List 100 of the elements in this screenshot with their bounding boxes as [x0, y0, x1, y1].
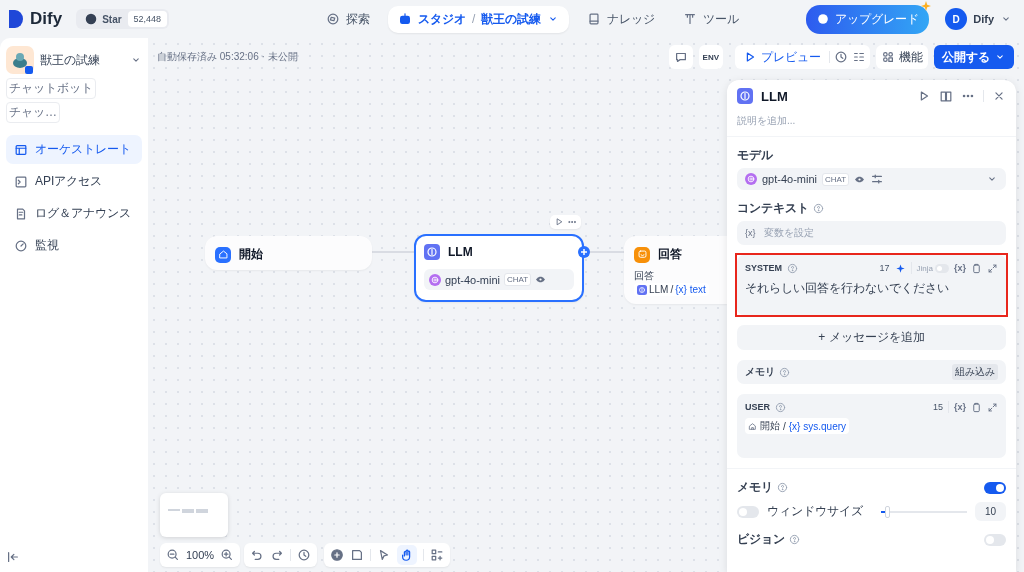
features-button[interactable]: 機能 — [876, 45, 928, 69]
workflow-node[interactable]: 回答 回答 LLM / {x} text — [624, 236, 727, 304]
book-icon — [587, 12, 602, 26]
workflow-node[interactable]: 開始 — [205, 236, 372, 270]
model-icon — [429, 273, 441, 286]
sidebar-item[interactable]: ログ＆アナウンス — [6, 199, 142, 228]
number-field[interactable]: 10 — [974, 502, 1006, 521]
prompt-role: SYSTEM — [745, 263, 782, 273]
robot-icon — [398, 12, 412, 26]
expand-icon[interactable] — [987, 401, 998, 413]
nav-tab[interactable]: ツール — [673, 5, 750, 33]
history-icon[interactable] — [834, 50, 848, 64]
play-icon[interactable] — [554, 217, 564, 227]
env-button[interactable]: ENV — [698, 45, 723, 69]
app-tag: チャッ… — [6, 102, 60, 123]
sliders-icon — [870, 172, 885, 186]
autosave-status: 自動保存済み 05:32:06 · 未公開 — [157, 50, 299, 64]
setting-label: ビジョン — [737, 531, 785, 548]
chat-variable-icon — [673, 50, 688, 64]
slider-track[interactable] — [880, 505, 967, 518]
memory-toggle[interactable] — [984, 481, 1006, 494]
setting-label: ウィンドウサイズ — [767, 503, 863, 520]
variable-chip[interactable]: LLM / {x} text — [634, 283, 709, 296]
help-icon — [775, 401, 786, 413]
sidebar-item[interactable]: APIアクセス — [6, 167, 142, 196]
upgrade-button[interactable]: アップグレード — [806, 4, 930, 34]
setting-label: メモリ — [737, 479, 773, 496]
panel-title: LLM — [761, 88, 789, 104]
node-title: LLM — [448, 245, 473, 259]
publish-button[interactable]: 公開する — [934, 45, 1014, 69]
github-star-button[interactable]: Star 52,448 — [76, 9, 170, 29]
slider-thumb[interactable] — [885, 505, 891, 518]
terminal-icon — [14, 174, 28, 189]
expand-icon[interactable] — [987, 262, 998, 274]
logo-icon — [8, 9, 24, 29]
help-icon — [787, 262, 798, 274]
zoom-in-icon[interactable] — [220, 548, 235, 562]
compass-icon — [326, 12, 340, 26]
nav-tab[interactable]: ナレッジ — [577, 5, 666, 33]
prompt-text[interactable]: それらしい回答を行わないでください — [745, 280, 998, 297]
user-avatar[interactable]: D — [945, 8, 968, 30]
sidebar-item[interactable]: 監視 — [6, 231, 142, 260]
clipboard-icon[interactable] — [971, 401, 982, 413]
model-icon — [745, 173, 757, 185]
variable-chip[interactable]: 開始 / {x} sys.query — [745, 418, 850, 434]
nav-tab[interactable]: 探索 — [316, 5, 380, 33]
jinja-toggle[interactable] — [935, 263, 949, 273]
prompt-editor[interactable]: SYSTEM 17 Jinja {x} それらしい回答を行わないでください — [737, 255, 1006, 315]
note-icon[interactable] — [350, 548, 364, 562]
memory-role-value: 組み込み — [952, 364, 998, 380]
variables-button[interactable] — [668, 45, 693, 69]
zoom-level[interactable]: 100% — [186, 549, 215, 561]
redo-icon[interactable] — [270, 548, 284, 562]
user-name[interactable]: Dify — [973, 13, 994, 25]
field-label: 回答 — [634, 269, 655, 283]
close-icon[interactable] — [992, 89, 1006, 103]
help-icon — [813, 203, 824, 214]
node-title: 開始 — [239, 246, 263, 263]
vision-toggle[interactable] — [984, 533, 1006, 546]
help-icon — [789, 534, 800, 545]
home-icon — [748, 421, 757, 431]
add-node-handle[interactable] — [578, 246, 590, 258]
variable-field[interactable]: {x} 変数を設定 — [737, 221, 1006, 245]
window-icon — [14, 142, 28, 157]
gauge-icon — [14, 238, 28, 253]
insert-variable-button[interactable]: {x} — [954, 263, 966, 273]
prompt-editor[interactable]: USER 15 {x} 開始 / {x} sys.query — [737, 394, 1006, 458]
token-count: 15 — [932, 402, 943, 412]
document-icon — [14, 206, 28, 221]
model-select[interactable]: gpt-4o-mini CHAT — [737, 168, 1006, 190]
jinja-label: Jinja — [916, 263, 933, 273]
token-count: 17 — [879, 263, 890, 273]
section-label: モデル — [737, 147, 773, 164]
checklist-icon[interactable] — [852, 50, 866, 64]
help-icon — [777, 482, 788, 493]
workflow-node[interactable]: LLM gpt-4o-mini CHAT — [414, 234, 584, 302]
collapse-icon[interactable] — [6, 550, 20, 564]
sidebar-item[interactable]: オーケストレート — [6, 135, 142, 164]
zoom-out-icon[interactable] — [166, 548, 180, 562]
window-size-toggle[interactable] — [737, 505, 759, 518]
model-name: gpt-4o-mini — [445, 273, 501, 286]
eye-icon — [535, 274, 547, 285]
nav-tab[interactable]: スタジオ / 獣王の試練 — [388, 5, 570, 33]
star-count: 52,448 — [127, 11, 168, 27]
insert-variable-button[interactable]: {x} — [954, 402, 966, 412]
history-icon[interactable] — [297, 548, 311, 562]
add-message-button[interactable]: + メッセージを追加 — [737, 325, 1006, 350]
prompt-role: USER — [745, 402, 770, 412]
layout-icon[interactable] — [430, 548, 444, 562]
pointer-icon[interactable] — [377, 548, 391, 562]
help-icon — [779, 366, 790, 378]
node-title: 回答 — [658, 246, 682, 263]
app-tag: チャットボット — [6, 78, 96, 99]
clipboard-icon[interactable] — [971, 262, 982, 274]
app-icon — [6, 46, 34, 74]
mode-badge: CHAT — [504, 273, 532, 286]
add-block-icon[interactable] — [330, 548, 344, 562]
undo-icon[interactable] — [250, 548, 264, 562]
app-name: 獣王の試練 — [40, 51, 100, 69]
book-icon[interactable] — [939, 89, 953, 103]
